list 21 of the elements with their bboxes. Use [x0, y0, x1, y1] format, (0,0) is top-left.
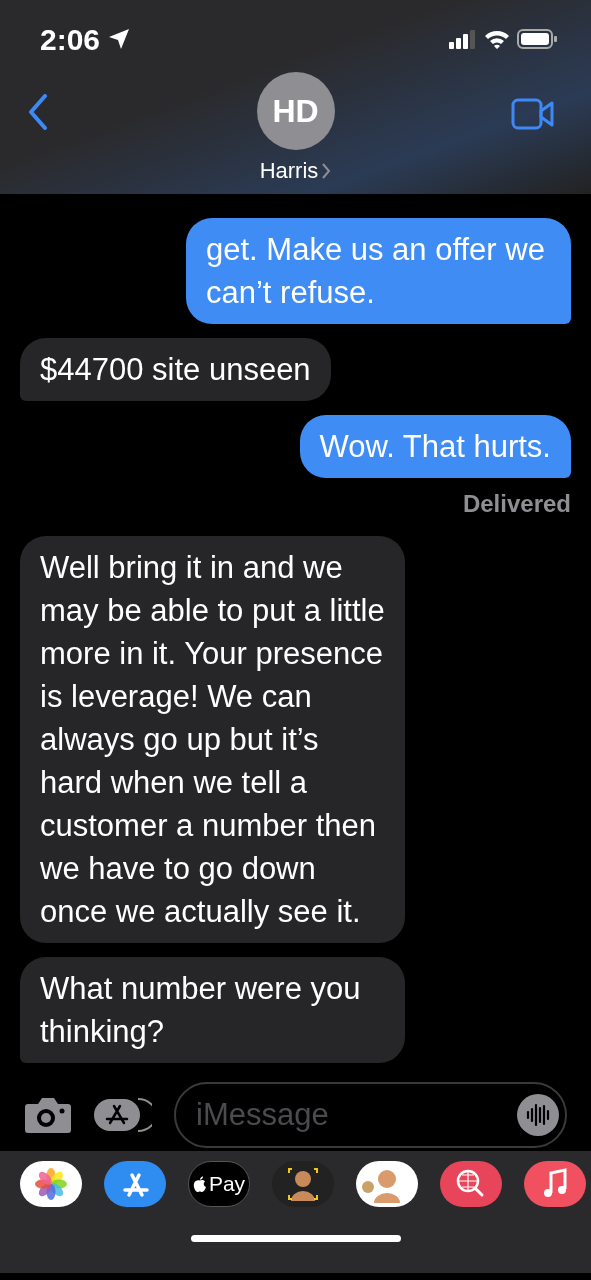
chevron-right-icon[interactable]	[321, 161, 332, 180]
message-bubble: Wow. That hurts.	[299, 415, 571, 478]
message-bubble: Well bring it in and we may be able to put a little more in it. Your presence is leverage! We can always go up but it’s hard when we tell a customer a number then we have to go down once we actually see it.	[20, 536, 405, 943]
contact-name[interactable]: Harris	[259, 154, 319, 187]
delivery-status: Delivered	[462, 489, 571, 519]
message-bubble: $44700 site unseen	[20, 338, 331, 401]
camera-icon[interactable]	[24, 1096, 72, 1134]
video-call-icon[interactable]	[511, 98, 555, 130]
cellular-signal-icon	[449, 29, 477, 49]
message-bubble: What number were you thinking?	[20, 957, 405, 1063]
voice-wave-icon[interactable]	[517, 1094, 559, 1136]
wifi-icon	[483, 28, 511, 50]
location-arrow-icon	[108, 28, 131, 50]
status-time: 2:06	[40, 21, 101, 58]
back-icon[interactable]	[28, 94, 48, 130]
message-bubble: get. Make us an offer we can’t refuse.	[186, 218, 571, 324]
message-field[interactable]: iMessage	[174, 1082, 567, 1148]
apple-icon	[192, 1175, 207, 1193]
apps-button-icon[interactable]	[94, 1096, 152, 1134]
apple-pay-button[interactable]: Pay	[188, 1161, 250, 1207]
battery-icon	[517, 28, 557, 50]
